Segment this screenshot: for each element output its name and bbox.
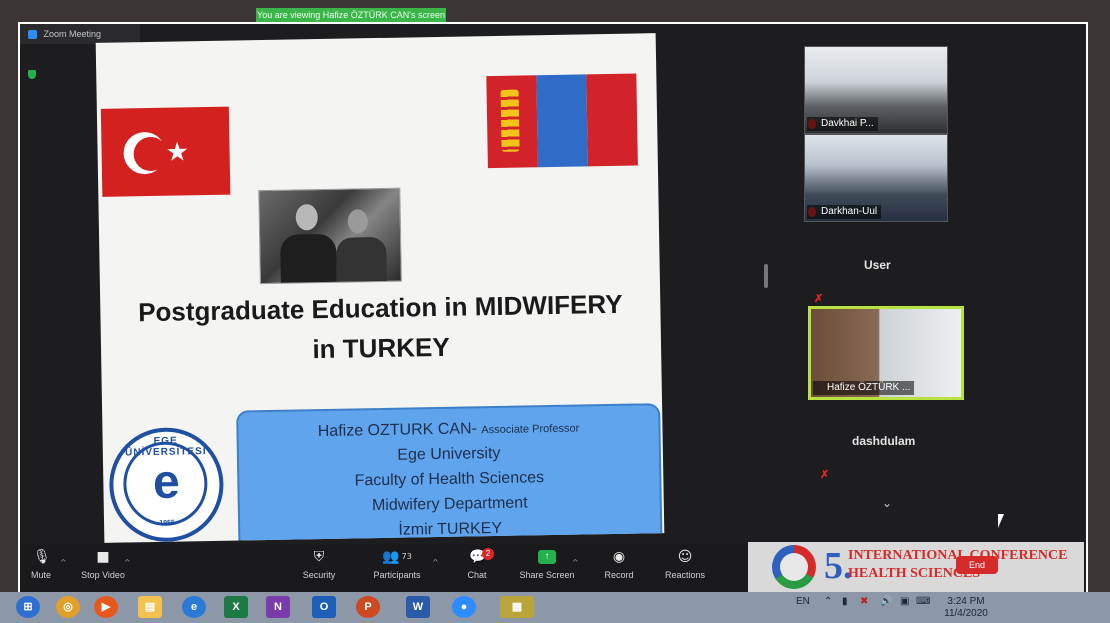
tray-overflow-icon[interactable]: ⌃ [824, 596, 832, 607]
participant-name-only[interactable]: dashdulam [852, 434, 915, 448]
share-screen-icon: ↑ [538, 550, 556, 564]
participants-button[interactable]: 👥 73 Participants [362, 550, 432, 580]
clock-date: 11/4/2020 [944, 608, 988, 619]
chat-button[interactable]: 💬 2 Chat [442, 548, 512, 580]
slide-title: Postgraduate Education in MIDWIFERY in T… [100, 283, 661, 373]
conference-emblem-icon [772, 545, 816, 589]
zoom-window: Zoom Meeting ★ Postgraduate Education in… [18, 22, 1088, 594]
audio-options-caret-icon[interactable]: ^ [60, 558, 67, 567]
ege-university-logo: EGE ÜNİVERSİTESİ e 1955 [108, 426, 225, 543]
network-icon[interactable]: ▮ [842, 596, 848, 607]
excel-icon[interactable]: X [224, 596, 248, 618]
participants-count: 73 [401, 552, 412, 561]
viewing-screen-banner[interactable]: You are viewing Hafize ÖZTÜRK CAN's scre… [256, 8, 446, 22]
window-titlebar: Zoom Meeting [20, 24, 140, 44]
file-explorer-icon[interactable]: ▤ [138, 596, 162, 618]
record-icon: ◉ [612, 549, 626, 565]
participants-icon: 👥 73 [382, 549, 412, 565]
encryption-shield-icon[interactable] [28, 70, 36, 79]
word-icon[interactable]: W [406, 596, 430, 618]
internet-explorer-icon[interactable]: e [182, 596, 206, 618]
participant-video-tile[interactable]: Davkhai P... [804, 46, 948, 134]
start-button-icon[interactable]: ⊞ [16, 596, 40, 618]
panel-resize-handle[interactable] [764, 264, 768, 288]
share-screen-label: Share Screen [519, 570, 575, 580]
reactions-label: Reactions [664, 570, 706, 580]
reactions-button[interactable]: ☺ Reactions [650, 550, 720, 580]
participants-label: Participants [373, 570, 421, 580]
volume-icon[interactable]: 🔊 [880, 596, 892, 607]
language-indicator[interactable]: EN [796, 596, 810, 607]
mic-muted-icon: ✗ [814, 293, 824, 305]
mongolia-flag-icon [486, 73, 638, 169]
security-alert-icon[interactable]: ✖ [860, 596, 868, 607]
outlook-icon[interactable]: O [312, 596, 336, 618]
camera-icon: ■ [96, 549, 110, 565]
conference-logo-overlay: 5. INTERNATIONAL CONFERENCE HEALTH SCIEN… [748, 542, 1084, 592]
presenter-info-box: Hafize OZTURK CAN- Associate Professor E… [236, 403, 663, 543]
chrome-icon[interactable]: ◎ [56, 596, 80, 618]
participant-name: Darkhan-Uul [807, 205, 882, 219]
stop-video-label: Stop Video [81, 570, 125, 580]
video-options-caret-icon[interactable]: ^ [124, 558, 131, 567]
presenter-name: Hafize OZTURK CAN- [317, 420, 478, 441]
window-title: Zoom Meeting [43, 29, 102, 39]
security-label: Security [302, 570, 336, 580]
presenter-role: Associate Professor [481, 422, 580, 437]
mute-label: Mute [30, 570, 51, 580]
logo-letter: e [152, 455, 181, 509]
turkey-flag-icon: ★ [100, 106, 231, 197]
security-button[interactable]: ⛨ Security [284, 550, 354, 580]
active-speaker-video-tile[interactable]: Hafize ÖZTÜRK ... [808, 306, 964, 400]
record-label: Record [604, 570, 634, 580]
mic-muted-icon: ✗ [820, 469, 830, 481]
chat-label: Chat [467, 570, 487, 580]
keyboard-icon[interactable]: ⌨ [916, 596, 930, 607]
shield-icon: ⛨ [313, 549, 325, 565]
participant-name-only[interactable]: User [864, 258, 891, 272]
share-options-caret-icon[interactable]: ^ [572, 558, 579, 567]
chat-unread-badge: 2 [482, 548, 494, 560]
powerpoint-icon[interactable]: P [356, 596, 380, 618]
onenote-icon[interactable]: N [266, 596, 290, 618]
calendar-app-icon[interactable]: ▦ [500, 596, 534, 618]
participant-name: Hafize ÖZTÜRK ... [813, 381, 915, 395]
participants-options-caret-icon[interactable]: ^ [432, 558, 439, 567]
taskbar-clock[interactable]: 3:24 PM 11/4/2020 [938, 596, 994, 620]
end-meeting-button[interactable]: End [956, 556, 998, 574]
media-player-icon[interactable]: ▶ [94, 596, 118, 618]
mouse-cursor [998, 514, 1004, 528]
clock-time: 3:24 PM [947, 596, 985, 607]
historical-photo [258, 187, 402, 285]
shared-slide: ★ Postgraduate Education in MIDWIFERY in… [95, 33, 665, 543]
chevron-down-icon[interactable]: ⌄ [882, 496, 892, 510]
microphone-icon: 🎙 [33, 549, 51, 565]
zoom-app-icon [28, 30, 37, 40]
reactions-icon: ☺ [677, 549, 693, 565]
participant-name: Davkhai P... [807, 117, 878, 131]
windows-taskbar: ⊞ ◎ ▶ ▤ e X N O P W ● ▦ EN ⌃ ▮ ✖ 🔊 ▣ ⌨ 3… [0, 592, 1110, 623]
logo-year: 1955 [159, 519, 175, 527]
participant-video-tile[interactable]: Darkhan-Uul [804, 134, 948, 222]
record-button[interactable]: ◉ Record [584, 550, 654, 580]
zoom-taskbar-icon[interactable]: ● [452, 596, 476, 618]
device-icon[interactable]: ▣ [900, 596, 909, 607]
